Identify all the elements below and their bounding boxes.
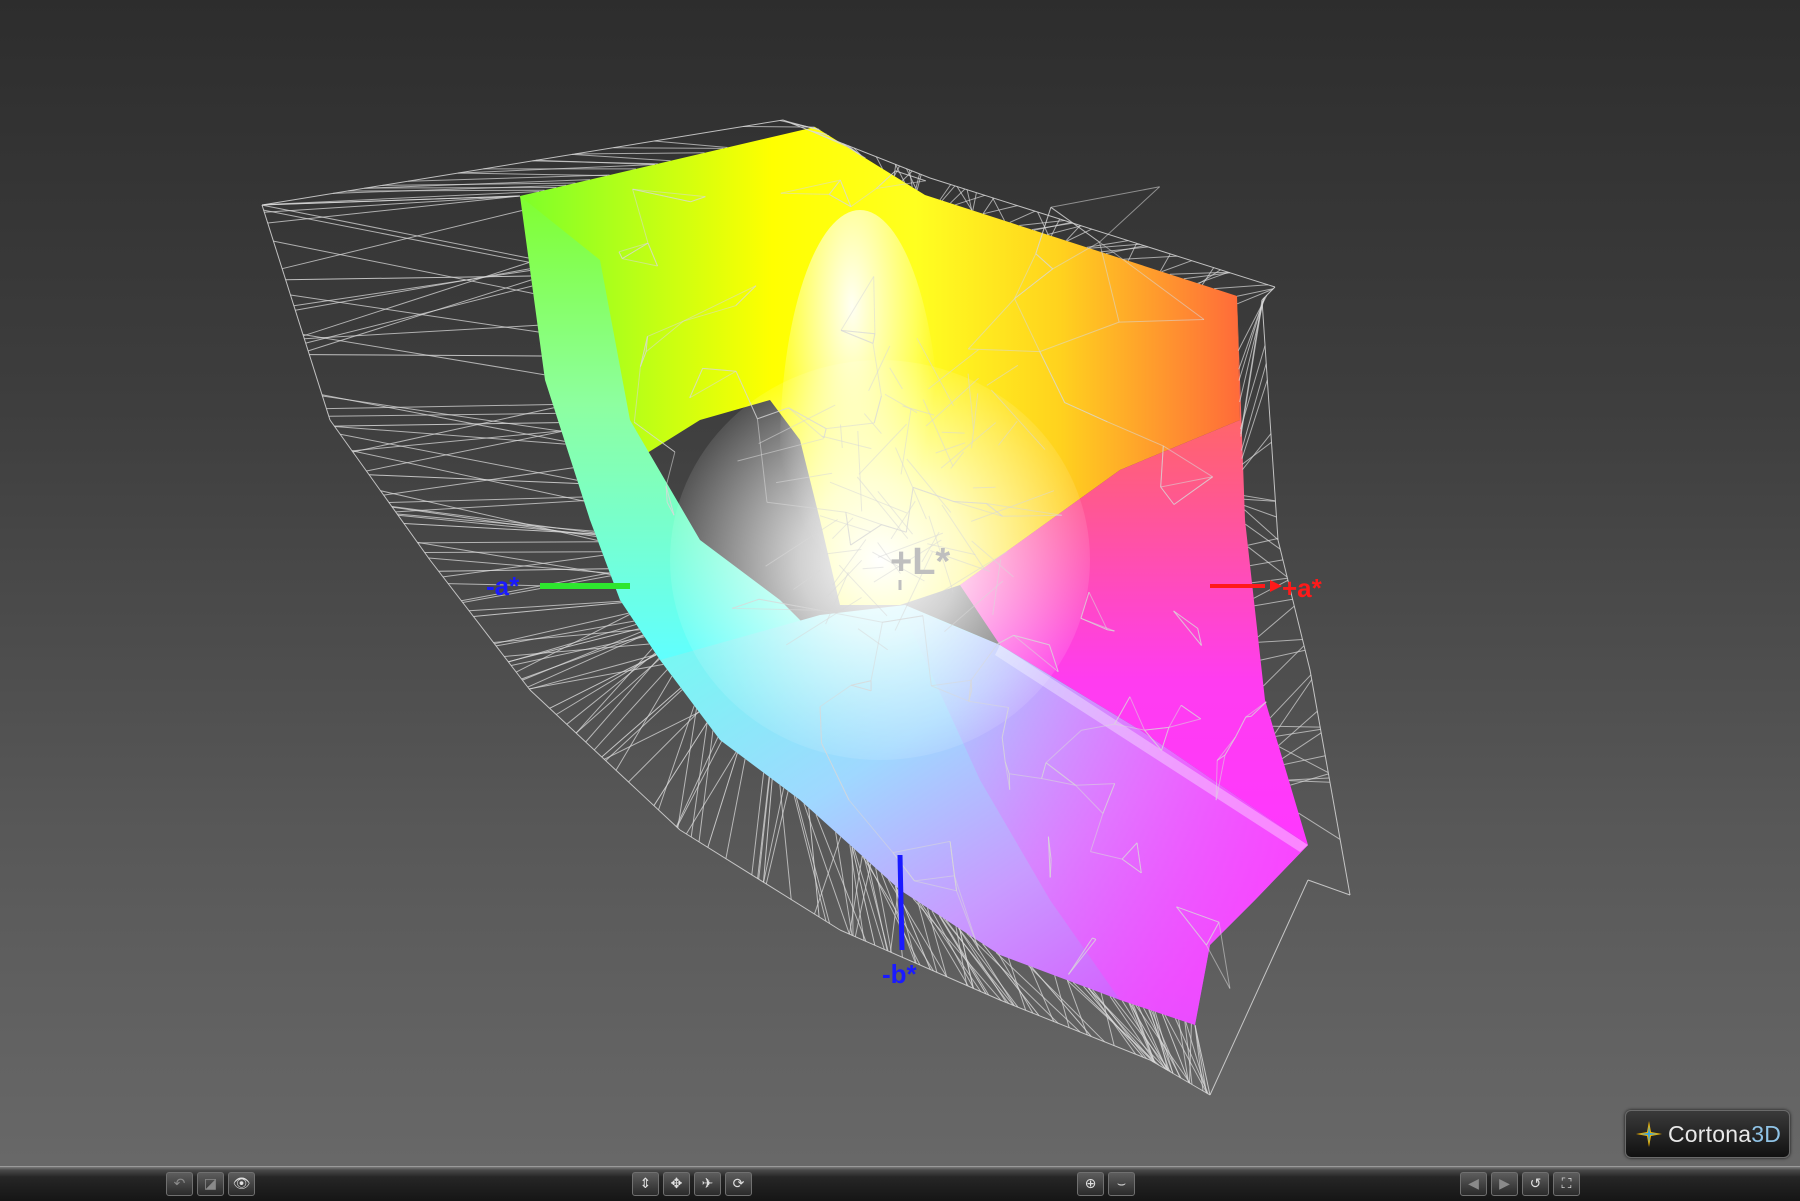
logo-suffix: 3D — [1751, 1121, 1781, 1147]
logo-name: Cortona — [1668, 1121, 1751, 1147]
rotate-icon[interactable]: ⟳ — [725, 1172, 752, 1196]
fly-icon[interactable]: ✈ — [694, 1172, 721, 1196]
axis-plus-a-arrow — [1270, 580, 1282, 592]
toolbar-group-tools: ⊕ ⌣ — [1077, 1172, 1135, 1196]
cortona-star-icon — [1634, 1119, 1664, 1149]
camera-icon[interactable]: ◪ — [197, 1172, 224, 1196]
axis-label-minus-a: -a* — [486, 571, 520, 601]
toolbar-group-navigation: ⇕ ✥ ✈ ⟳ — [632, 1172, 752, 1196]
axis-label-plus-a: +a* — [1282, 573, 1323, 603]
toolbar-group-viewpoints: ◀ ▶ ↺ ⛶ — [1460, 1172, 1580, 1196]
axis-label-plus-l: +L* — [890, 541, 950, 583]
restore-view-icon[interactable]: ↺ — [1522, 1172, 1549, 1196]
axis-label-minus-b: -b* — [882, 959, 918, 989]
walk-icon[interactable]: ⇕ — [632, 1172, 659, 1196]
pan-icon[interactable]: ✥ — [663, 1172, 690, 1196]
target-icon[interactable]: ⊕ — [1077, 1172, 1104, 1196]
align-icon[interactable]: ⌣ — [1108, 1172, 1135, 1196]
3d-viewport[interactable]: -a* +a* -b* +L* Cortona3D — [0, 0, 1800, 1166]
eye-icon[interactable]: 👁 — [228, 1172, 255, 1196]
axis-minus-b-line — [900, 855, 902, 950]
navigate-back-icon[interactable]: ↶ — [166, 1172, 193, 1196]
toolbar-group-left: ↶ ◪ 👁 — [166, 1172, 255, 1196]
cortona3d-logo: Cortona3D — [1625, 1110, 1790, 1158]
previous-viewpoint-icon[interactable]: ◀ — [1460, 1172, 1487, 1196]
fit-view-icon[interactable]: ⛶ — [1553, 1172, 1580, 1196]
next-viewpoint-icon[interactable]: ▶ — [1491, 1172, 1518, 1196]
gamut-scene: -a* +a* -b* +L* — [0, 0, 1800, 1166]
